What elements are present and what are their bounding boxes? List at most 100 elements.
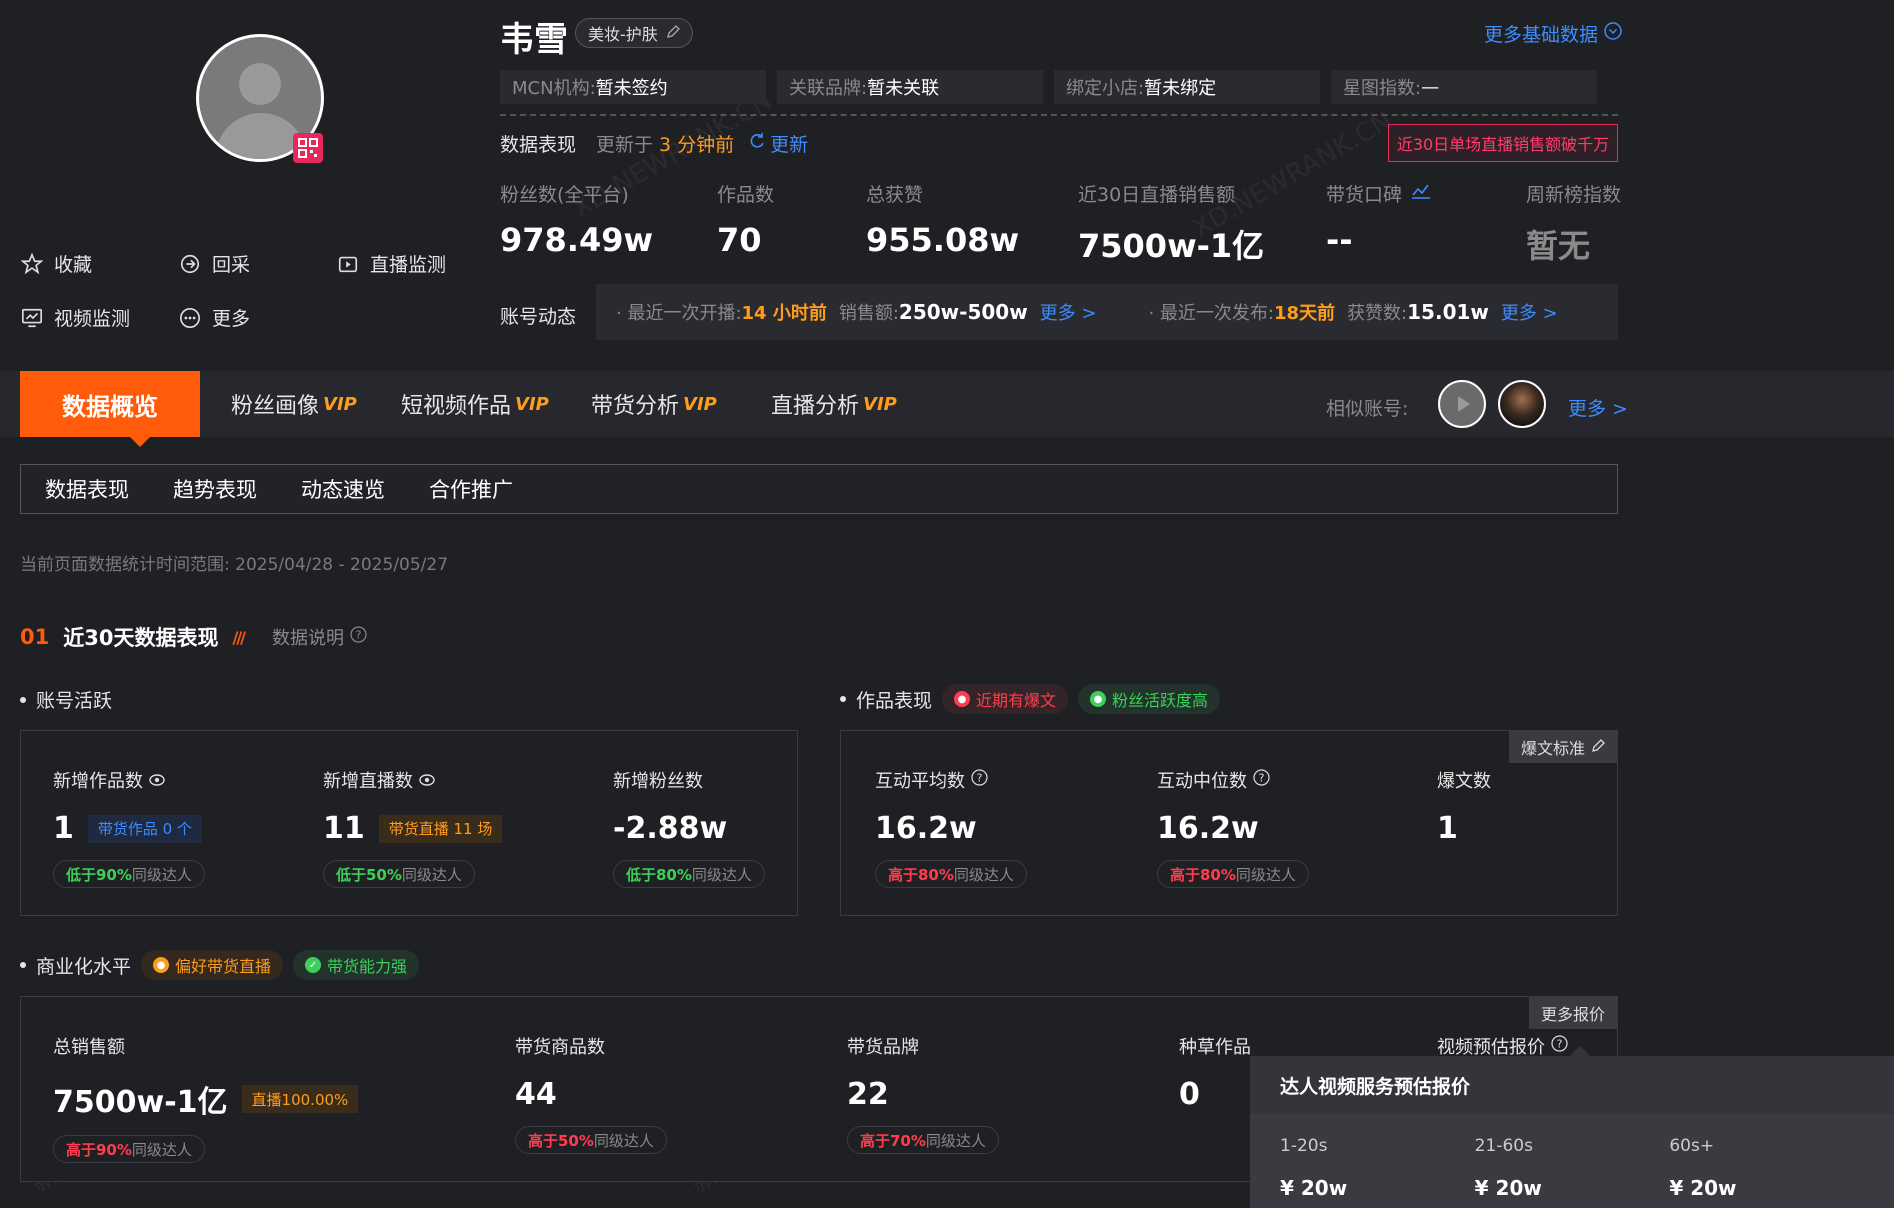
- live-share-chip: 直播100.00%: [241, 1085, 359, 1113]
- peer-compare-badge: 高于80% 同级达人: [875, 860, 1027, 888]
- sales-value: 250w-500w: [898, 300, 1028, 324]
- brand-key: 关联品牌:: [789, 78, 868, 99]
- stat-reputation: 带货口碑 --: [1326, 180, 1432, 259]
- qrcode-icon[interactable]: [293, 133, 323, 163]
- tab-fans[interactable]: 粉丝画像 VIP: [231, 371, 357, 437]
- selling-strong-label: 带货能力强: [327, 957, 408, 976]
- category-label: 美妆-护肤: [588, 25, 658, 44]
- works-title: 作品表现: [856, 689, 933, 712]
- svg-text:?: ?: [977, 772, 983, 785]
- check-icon: ✓: [305, 957, 322, 973]
- peer-compare-level: 高于80%: [1170, 865, 1236, 884]
- more-quote-label: 更多报价: [1540, 1005, 1605, 1024]
- divider: [500, 114, 1618, 116]
- help-icon[interactable]: ?: [1551, 1035, 1568, 1057]
- data-explanation-label: 数据说明: [272, 628, 344, 649]
- help-icon[interactable]: ?: [1253, 769, 1270, 791]
- tab-videos[interactable]: 短视频作品 VIP: [401, 371, 549, 437]
- tab-label: 短视频作品: [401, 394, 512, 419]
- user-icon: ●: [1090, 691, 1107, 707]
- eye-icon[interactable]: [149, 770, 165, 791]
- hot-standard-button[interactable]: 爆文标准: [1508, 731, 1617, 763]
- more-quote-button[interactable]: 更多报价: [1528, 997, 1617, 1029]
- favorite-button[interactable]: 收藏: [20, 250, 92, 277]
- stat-likes: 总获赞 955.08w: [866, 180, 1019, 259]
- live-monitor-label: 直播监测: [370, 254, 447, 276]
- metric-avg-interaction: 互动平均数? 16.2w 高于80% 同级达人: [875, 767, 1027, 888]
- section-number: 01: [20, 625, 50, 649]
- update-info: 更新于 3 分钟前 更新: [596, 130, 808, 157]
- metric-value: -2.88w: [613, 811, 728, 846]
- hot-post-pill: ● 近期有爆文: [942, 684, 1069, 714]
- mcn-value: 暂未签约: [595, 78, 668, 99]
- hot-post-label: 近期有爆文: [976, 691, 1057, 710]
- last-post-time: 18天前: [1274, 303, 1336, 324]
- peer-compare-badge: 高于90% 同级达人: [53, 1135, 205, 1163]
- tab-overview[interactable]: 数据概览: [20, 371, 200, 447]
- more-live-link[interactable]: 更多 >: [1040, 299, 1097, 325]
- recollect-icon: [178, 252, 202, 276]
- subtab-cooperation[interactable]: 合作推广: [429, 474, 513, 504]
- fire-icon: ●: [954, 691, 971, 707]
- help-icon[interactable]: ?: [971, 769, 988, 791]
- refresh-icon: [748, 132, 766, 155]
- peer-compare-suffix: 同级达人: [925, 1131, 986, 1150]
- category-tag[interactable]: 美妆-护肤: [575, 18, 693, 48]
- tab-live[interactable]: 直播分析 VIP: [771, 371, 897, 437]
- last-post-prefix: · 最近一次发布:: [1148, 303, 1274, 324]
- subtab-trend[interactable]: 趋势表现: [173, 474, 257, 504]
- metric-new-fans: 新增粉丝数 -2.88w 低于80% 同级达人: [613, 767, 765, 888]
- video-monitor-button[interactable]: 视频监测: [20, 304, 130, 331]
- refresh-button[interactable]: 更新: [748, 130, 808, 157]
- metric-value: 1: [53, 811, 74, 846]
- subtab-dynamics[interactable]: 动态速览: [301, 474, 385, 504]
- hot-standard-label: 爆文标准: [1520, 739, 1585, 758]
- peer-compare-suffix: 同级达人: [691, 865, 752, 884]
- goods-works-chip[interactable]: 带货作品 0 个: [87, 814, 202, 843]
- peer-compare-suffix: 同级达人: [953, 865, 1014, 884]
- more-basic-data-link[interactable]: 更多基础数据: [1484, 20, 1622, 47]
- metric-label: 新增作品数: [53, 771, 143, 792]
- goods-lives-chip[interactable]: 带货直播 11 场: [378, 814, 503, 843]
- quote-col: 1-20s ¥ 20w: [1280, 1114, 1475, 1200]
- stat-fans: 粉丝数(全平台) 978.49w: [500, 180, 653, 259]
- stat-weekly-index: 周新榜指数 暂无: [1526, 180, 1621, 267]
- recollect-button[interactable]: 回采: [178, 250, 250, 277]
- data-explanation-link[interactable]: 数据说明?: [272, 624, 367, 650]
- help-icon: ?: [350, 626, 367, 648]
- last-live-prefix: · 最近一次开播:: [616, 303, 742, 324]
- metric-value: 0: [1179, 1077, 1200, 1112]
- live-monitor-button[interactable]: 直播监测: [336, 250, 446, 277]
- metric-label: 互动平均数: [875, 771, 965, 792]
- similar-account-avatar[interactable]: [1438, 380, 1486, 428]
- more-post-link[interactable]: 更多 >: [1501, 299, 1558, 325]
- works-card: 爆文标准 互动平均数? 16.2w 高于80% 同级达人 互动中位数? 16.2w…: [840, 730, 1618, 916]
- metric-value: 44: [515, 1077, 557, 1112]
- account-name: 韦雪: [500, 20, 568, 60]
- stat-label: 总获赞: [866, 184, 924, 206]
- stat-label: 周新榜指数: [1526, 184, 1622, 206]
- peer-compare-badge: 低于90% 同级达人: [53, 860, 205, 888]
- metric-label: 种草作品: [1179, 1037, 1251, 1058]
- stat-label-text: 带货口碑: [1326, 184, 1403, 206]
- fans-active-label: 粉丝活跃度高: [1112, 691, 1209, 710]
- more-similar-link[interactable]: 更多 >: [1568, 394, 1628, 421]
- updated-prefix: 更新于: [596, 134, 654, 156]
- stat-value: 70: [717, 221, 762, 259]
- metric-label: 带货品牌: [847, 1037, 919, 1058]
- metric-brand-count: 带货品牌 22 高于70% 同级达人: [847, 1033, 999, 1154]
- subtab-performance[interactable]: 数据表现: [45, 474, 129, 504]
- similar-account-avatar[interactable]: [1498, 380, 1546, 428]
- eye-icon[interactable]: [419, 770, 435, 791]
- stat-value: 955.08w: [866, 221, 1020, 259]
- popup-title: 达人视频服务预估报价: [1250, 1056, 1894, 1114]
- peer-compare-suffix: 同级达人: [401, 865, 462, 884]
- more-actions-button[interactable]: 更多: [178, 304, 250, 331]
- stat-label: 带货口碑: [1326, 180, 1432, 207]
- metric-label: 带货商品数: [515, 1037, 605, 1058]
- trend-chart-icon[interactable]: [1410, 182, 1432, 205]
- chevron-down-icon: [1604, 22, 1622, 45]
- tab-goods[interactable]: 带货分析 VIP: [591, 371, 717, 437]
- video-quote-popup: 达人视频服务预估报价 1-20s ¥ 20w 21-60s ¥ 20w 60s+ ¥ …: [1250, 1046, 1894, 1208]
- edit-icon[interactable]: [666, 24, 680, 43]
